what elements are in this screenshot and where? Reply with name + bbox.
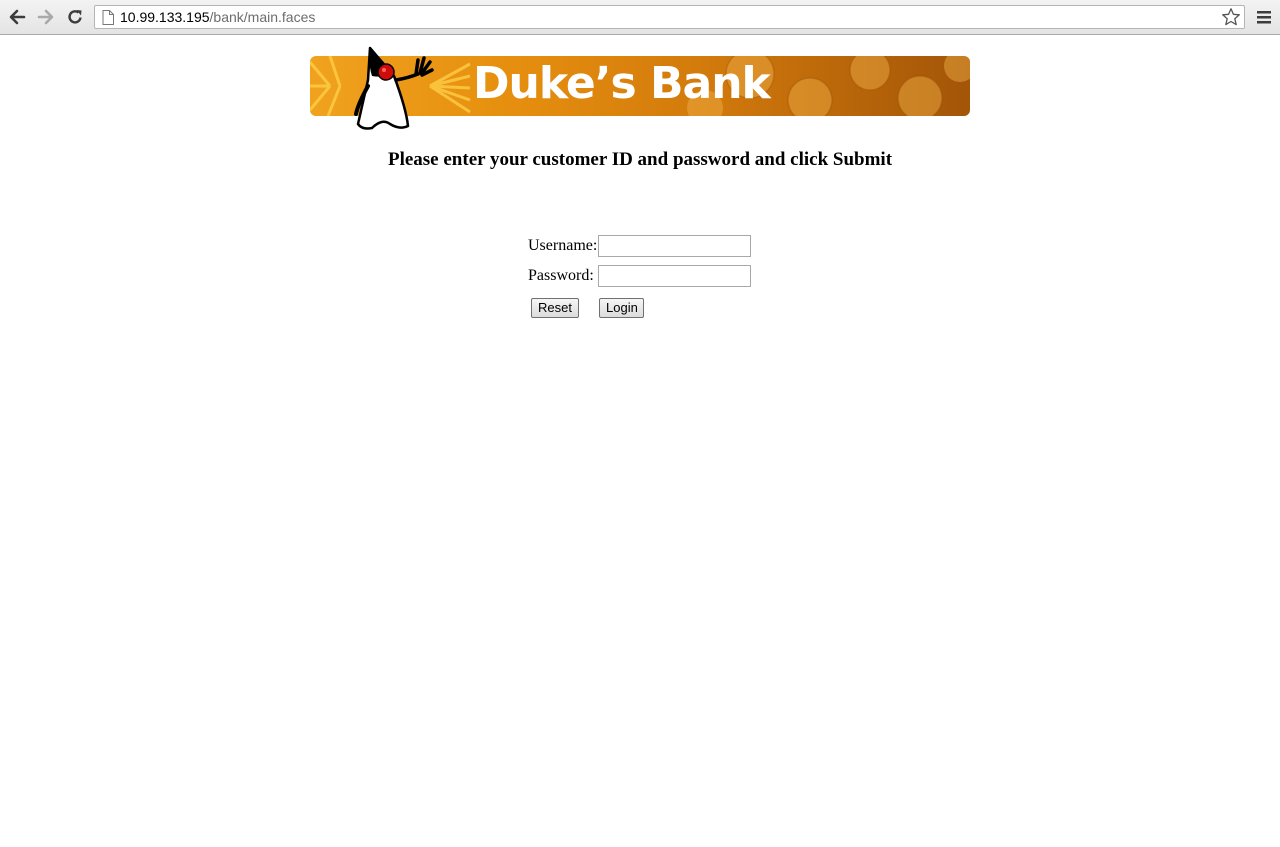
url-path: /bank/main.faces (209, 9, 316, 25)
login-instructions: Please enter your customer ID and passwo… (387, 149, 893, 170)
reload-button[interactable] (65, 7, 85, 27)
forward-arrow-icon (37, 9, 54, 25)
back-arrow-icon (9, 9, 26, 25)
url-text: 10.99.133.195/bank/main.faces (120, 9, 315, 25)
reload-icon (68, 10, 82, 24)
bank-title: Duke’s Bank (473, 58, 771, 109)
browser-toolbar: 10.99.133.195/bank/main.faces (0, 0, 1280, 35)
back-button[interactable] (7, 7, 27, 27)
username-input[interactable] (598, 235, 751, 257)
duke-mascot-logo (354, 46, 434, 130)
login-button[interactable]: Login (599, 298, 644, 318)
reset-button[interactable]: Reset (531, 298, 579, 318)
username-label: Username: (528, 237, 598, 254)
star-icon[interactable] (1221, 7, 1241, 27)
url-host: 10.99.133.195 (120, 9, 210, 25)
password-input[interactable] (598, 265, 751, 287)
forward-button[interactable] (36, 7, 56, 27)
menu-icon[interactable] (1255, 9, 1273, 25)
password-label: Password: (528, 267, 594, 284)
address-bar[interactable]: 10.99.133.195/bank/main.faces (94, 5, 1245, 29)
page-icon (102, 10, 114, 25)
